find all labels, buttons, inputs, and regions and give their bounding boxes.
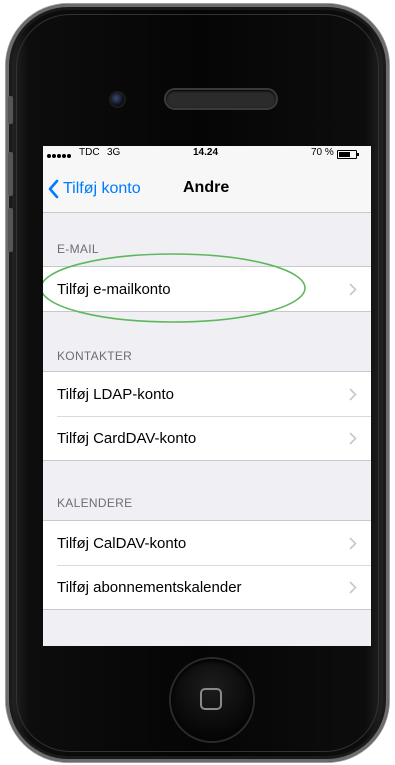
battery-percentage: 70 % <box>311 147 334 158</box>
earpiece-speaker <box>166 90 276 108</box>
carrier-name: TDC <box>79 147 100 158</box>
cell-label: Tilføj e-mailkonto <box>57 280 171 298</box>
volume-up-button <box>8 152 13 196</box>
volume-down-button <box>8 208 13 252</box>
chevron-right-icon <box>349 432 357 445</box>
home-button-icon <box>200 688 222 710</box>
highlight-ellipse <box>43 253 306 323</box>
phone-screen: TDC 3G 14.24 70 % Tilføj konto Andre E-M… <box>43 146 371 646</box>
back-button-label: Tilføj konto <box>63 180 141 197</box>
chevron-right-icon <box>349 581 357 594</box>
iphone-frame: TDC 3G 14.24 70 % Tilføj konto Andre E-M… <box>6 4 389 762</box>
status-bar: TDC 3G 14.24 70 % <box>43 146 371 162</box>
email-group: Tilføj e-mailkonto <box>43 266 371 312</box>
status-time: 14.24 <box>193 147 219 158</box>
network-type: 3G <box>107 147 121 158</box>
navigation-bar: Tilføj konto Andre <box>43 162 371 213</box>
chevron-right-icon <box>349 537 357 550</box>
cell-label: Tilføj abonnementskalender <box>57 578 242 596</box>
chevron-left-icon <box>48 179 59 199</box>
add-subscription-calendar-cell[interactable]: Tilføj abonnementskalender <box>43 565 371 609</box>
chevron-right-icon <box>349 283 357 296</box>
page-title: Andre <box>183 179 230 196</box>
battery-icon <box>337 150 359 159</box>
add-carddav-account-cell[interactable]: Tilføj CardDAV-konto <box>43 416 371 460</box>
calendars-group: Tilføj CalDAV-konto Tilføj abonnementska… <box>43 520 371 610</box>
cell-label: Tilføj LDAP-konto <box>57 385 174 403</box>
add-ldap-account-cell[interactable]: Tilføj LDAP-konto <box>43 372 371 416</box>
section-header-email: E-MAIL <box>57 242 99 256</box>
cell-label: Tilføj CardDAV-konto <box>57 429 197 447</box>
home-button[interactable] <box>171 659 253 741</box>
add-caldav-account-cell[interactable]: Tilføj CalDAV-konto <box>43 521 371 565</box>
add-email-account-cell[interactable]: Tilføj e-mailkonto <box>43 267 371 311</box>
cell-label: Tilføj CalDAV-konto <box>57 534 187 552</box>
mute-switch <box>8 96 13 124</box>
section-header-calendars: KALENDERE <box>57 496 133 510</box>
contacts-group: Tilføj LDAP-konto Tilføj CardDAV-konto <box>43 371 371 461</box>
section-header-contacts: KONTAKTER <box>57 349 133 363</box>
chevron-right-icon <box>349 388 357 401</box>
front-camera-icon <box>111 93 124 106</box>
signal-strength-icon <box>47 150 72 161</box>
back-button[interactable]: Tilføj konto <box>45 178 141 200</box>
